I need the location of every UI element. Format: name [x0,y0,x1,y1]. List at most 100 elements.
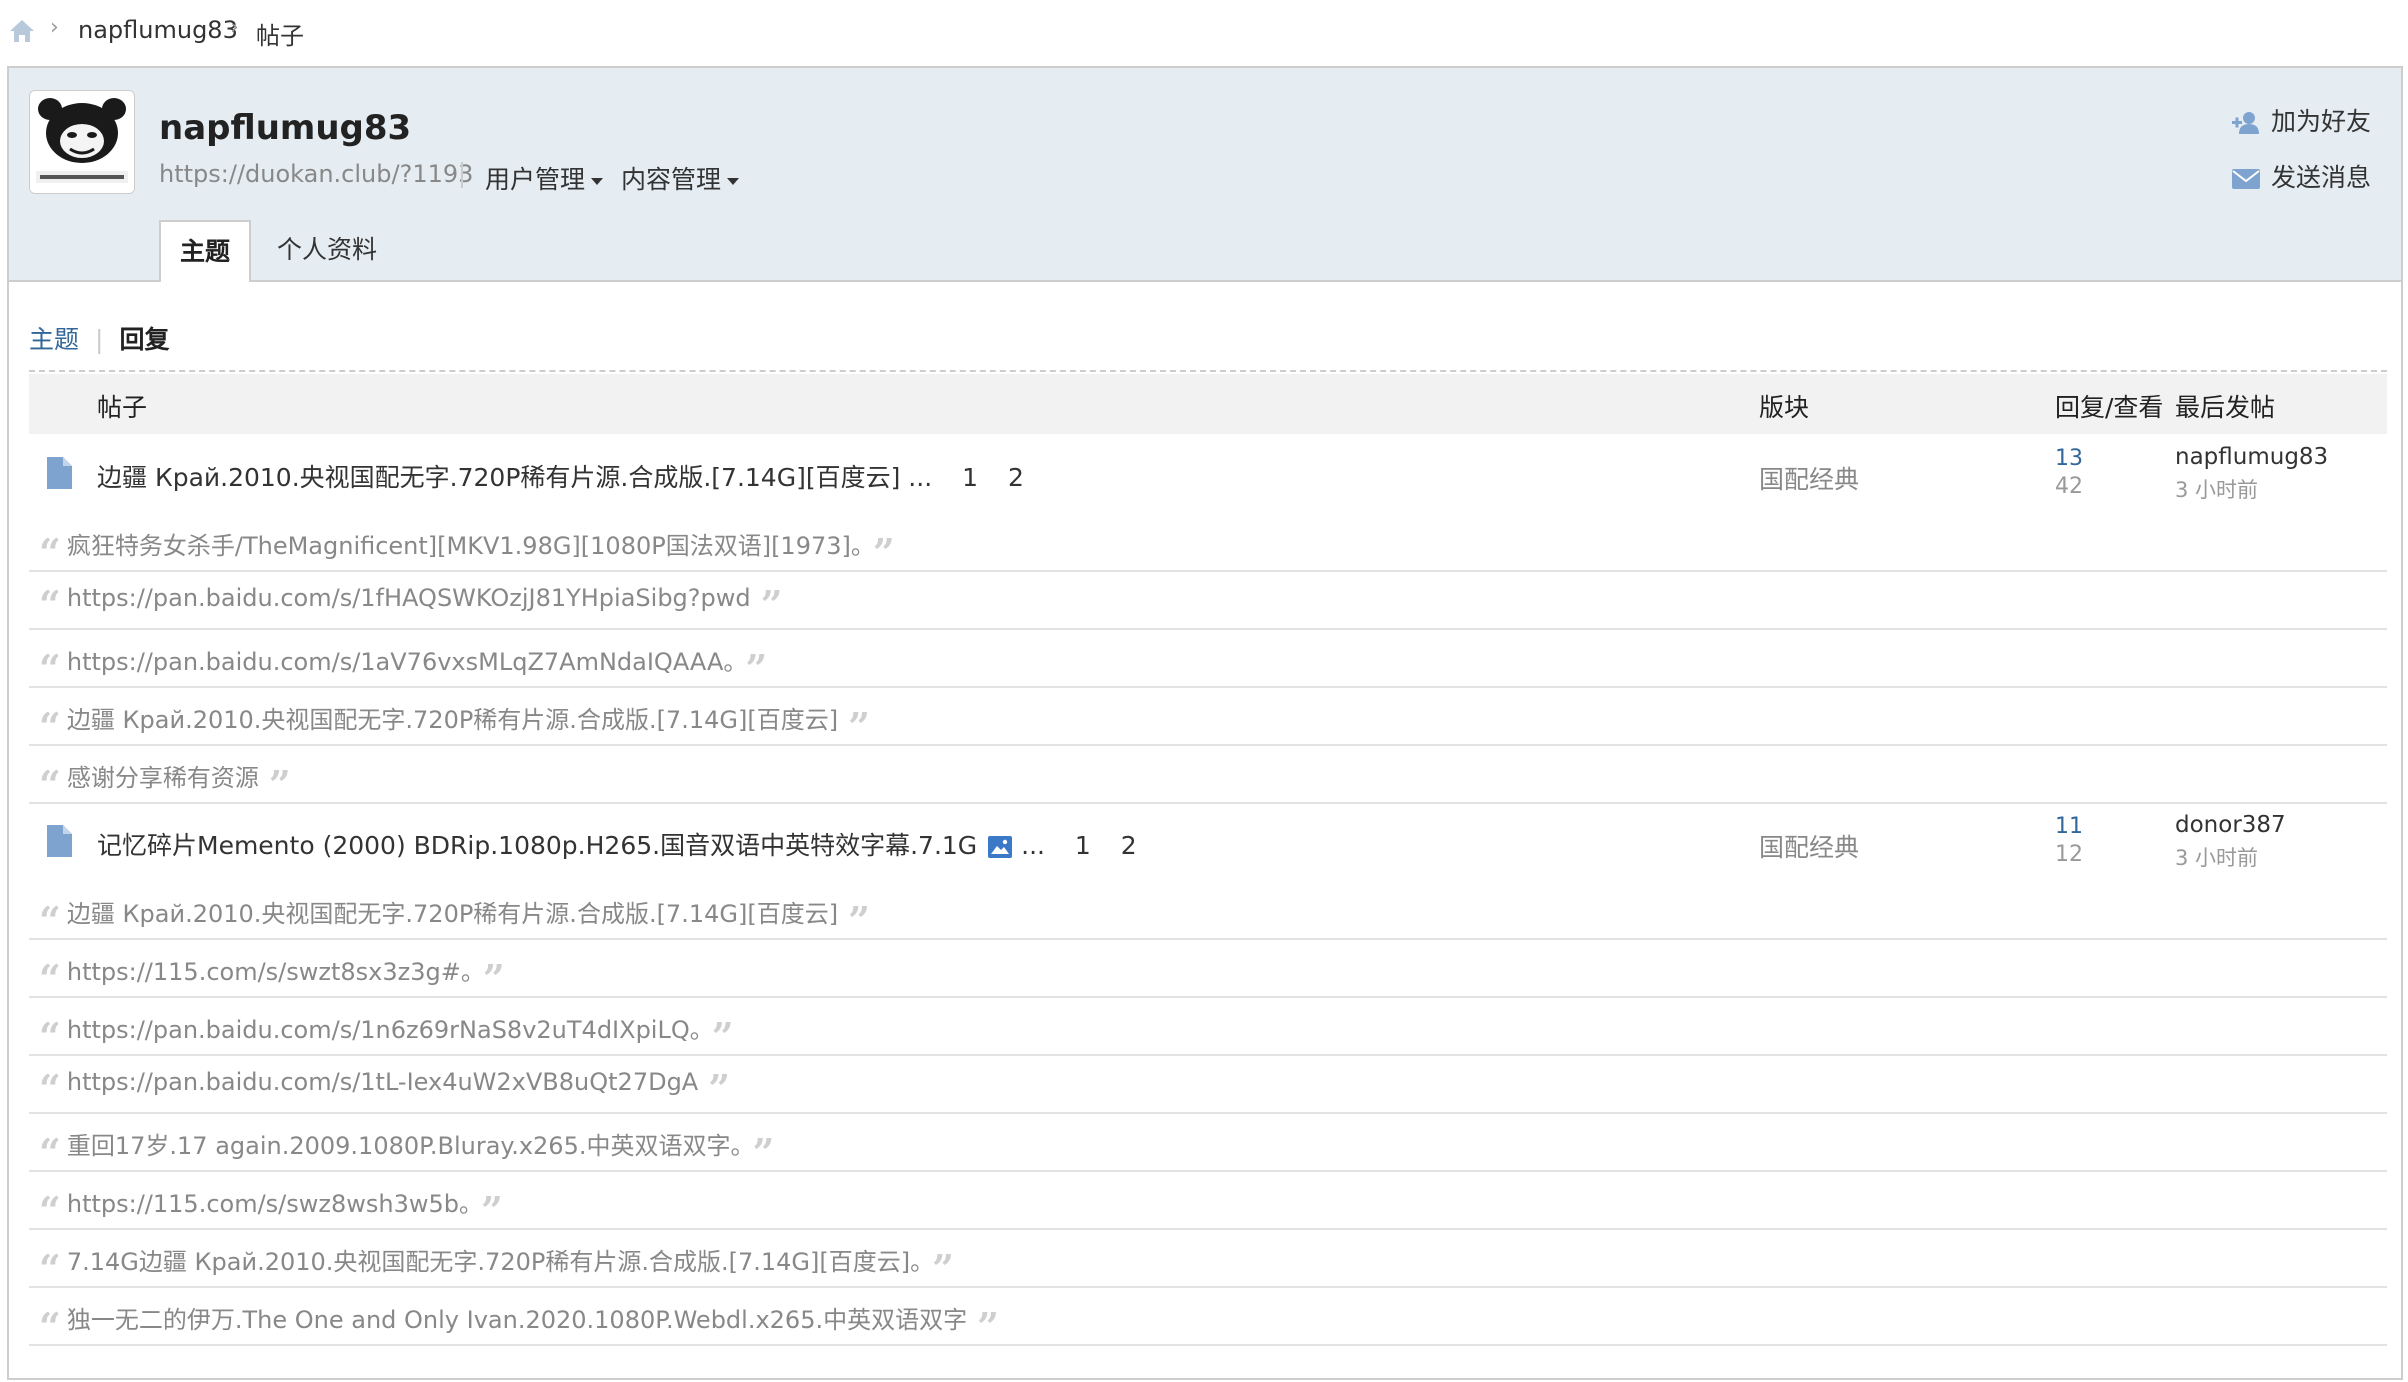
reply-quote[interactable]: “重回17岁.17 again.2009.1080P.Bluray.x265.中… [39,1126,774,1172]
user-management-menu[interactable]: 用户管理 [485,160,604,196]
thread-reply-count[interactable]: 11 [2055,814,2083,839]
reply-quote-text[interactable]: https://pan.baidu.com/s/1fHAQSWKOzjJ81YH… [67,584,751,612]
thread-forum-link[interactable]: 国配经典 [1759,460,1859,496]
reply-quote-text[interactable]: 7.14G边疆 Край.2010.央视国配无字.720P稀有片源.合成版.[7… [67,1248,922,1276]
reply-quote-row[interactable]: “https://pan.baidu.com/s/1n6z69rNaS8v2uT… [29,998,2387,1056]
last-post-time[interactable]: 3 小时前 [2175,474,2258,504]
breadcrumb-separator: › [230,15,239,40]
tab-topics[interactable]: 主题 [159,220,251,282]
home-icon[interactable] [8,18,36,44]
reply-quote[interactable]: “感谢分享稀有资源 ” [39,758,291,804]
add-friend-icon [2231,112,2259,134]
reply-quote-text[interactable]: https://115.com/s/swzt8sx3z3g#。 [67,958,473,986]
divider [29,370,2387,372]
breadcrumb-current: 帖子 [256,22,304,50]
reply-quote-text[interactable]: 重回17岁.17 again.2009.1080P.Bluray.x265.中英… [67,1132,743,1160]
reply-quote-row[interactable]: “疯狂特务女杀手/TheMagnificent][MKV1.98G][1080P… [29,514,2387,572]
reply-quote[interactable]: “https://pan.baidu.com/s/1aV76vxsMLqZ7Am… [39,642,767,688]
reply-quote[interactable]: “边疆 Край.2010.央视国配无字.720P稀有片源.合成版.[7.14G… [39,700,870,746]
reply-quote-row[interactable]: “边疆 Край.2010.央视国配无字.720P稀有片源.合成版.[7.14G… [29,882,2387,940]
reply-quote-text[interactable]: 独一无二的伊万.The One and Only Ivan.2020.1080P… [67,1306,967,1334]
reply-quote-row[interactable]: “https://pan.baidu.com/s/1tL-Iex4uW2xVB8… [29,1056,2387,1114]
open-quote-icon: “ [39,1188,61,1233]
thread-title[interactable]: 记忆碎片Memento (2000) BDRip.1080p.H265.国音双语… [97,826,1137,862]
document-icon [47,825,72,857]
reply-quote-text[interactable]: 边疆 Край.2010.央视国配无字.720P稀有片源.合成版.[7.14G]… [67,706,838,734]
open-quote-icon: “ [39,646,61,691]
avatar[interactable] [29,90,135,194]
last-post-time[interactable]: 3 小时前 [2175,842,2258,872]
last-post-user[interactable]: napflumug83 [2175,444,2328,470]
open-quote-icon: “ [39,1014,61,1059]
page-link-2[interactable]: 2 [1121,831,1137,860]
reply-quote-row[interactable]: “https://pan.baidu.com/s/1fHAQSWKOzjJ81Y… [29,572,2387,630]
thread-reply-count[interactable]: 13 [2055,446,2083,471]
thread-title-text[interactable]: 边疆 Край.2010.央视国配无字.720P稀有片源.合成版.[7.14G]… [97,463,900,492]
reply-quote[interactable]: “7.14G边疆 Край.2010.央视国配无字.720P稀有片源.合成版.[… [39,1242,954,1288]
reply-quote[interactable]: “https://pan.baidu.com/s/1fHAQSWKOzjJ81Y… [39,584,782,624]
reply-quote-text[interactable]: 边疆 Край.2010.央视国配无字.720P稀有片源.合成版.[7.14G]… [67,900,838,928]
send-message-button[interactable]: 发送消息 [2231,158,2371,194]
reply-quote[interactable]: “边疆 Край.2010.央视国配无字.720P稀有片源.合成版.[7.14G… [39,894,870,940]
open-quote-icon: “ [39,704,61,749]
reply-quote-row[interactable]: “https://pan.baidu.com/s/1aV76vxsMLqZ7Am… [29,630,2387,688]
close-quote-icon: ” [848,704,870,749]
reply-quote-text[interactable]: https://pan.baidu.com/s/1tL-Iex4uW2xVB8u… [67,1068,698,1096]
content-management-menu[interactable]: 内容管理 [621,160,740,196]
reply-quote[interactable]: “疯狂特务女杀手/TheMagnificent][MKV1.98G][1080P… [39,526,895,572]
reply-quote-row[interactable]: “https://115.com/s/swz8wsh3w5b。 ” [29,1172,2387,1230]
close-quote-icon: ” [482,956,505,1001]
page-link-2[interactable]: 2 [1008,463,1024,492]
profile-username: napflumug83 [159,108,412,148]
thread-title[interactable]: 边疆 Край.2010.央视国配无字.720P稀有片源.合成版.[7.14G]… [97,458,1024,494]
breadcrumb-user-link[interactable]: napflumug83 [78,16,238,44]
open-quote-icon: “ [39,762,61,807]
image-attachment-icon [988,836,1013,858]
document-icon [47,457,72,489]
breadcrumb: › napflumug83 › 帖子 [0,0,2408,66]
thread-forum-link[interactable]: 国配经典 [1759,828,1859,864]
reply-quote[interactable]: “https://pan.baidu.com/s/1tL-Iex4uW2xVB8… [39,1068,730,1108]
thread-view-count: 12 [2055,842,2083,867]
close-quote-icon: ” [977,1304,999,1349]
reply-quote-text[interactable]: https://pan.baidu.com/s/1n6z69rNaS8v2uT4… [67,1016,702,1044]
reply-quote[interactable]: “https://115.com/s/swz8wsh3w5b。 ” [39,1184,503,1230]
send-message-label: 发送消息 [2270,163,2371,192]
content-management-label: 内容管理 [621,165,722,194]
reply-quote-text[interactable]: 疯狂特务女杀手/TheMagnificent][MKV1.98G][1080P国… [67,532,863,560]
subnav-replies-current[interactable]: 回复 [119,325,169,354]
subnav-topics-link[interactable]: 主题 [29,325,79,354]
page-link-1[interactable]: 1 [962,463,978,492]
reply-quote[interactable]: “https://pan.baidu.com/s/1n6z69rNaS8v2uT… [39,1010,734,1056]
reply-quote-row[interactable]: “感谢分享稀有资源 ” [29,746,2387,804]
page-link-1[interactable]: 1 [1075,831,1091,860]
reply-quote-text[interactable]: 感谢分享稀有资源 [67,764,259,792]
open-quote-icon: “ [39,582,61,627]
reply-quote[interactable]: “独一无二的伊万.The One and Only Ivan.2020.1080… [39,1300,999,1346]
tab-profile[interactable]: 个人资料 [277,220,377,282]
reply-quote-text[interactable]: https://115.com/s/swz8wsh3w5b。 [67,1190,471,1218]
close-quote-icon: ” [481,1188,503,1233]
reply-quote-row[interactable]: “7.14G边疆 Край.2010.央视国配无字.720P稀有片源.合成版.[… [29,1230,2387,1288]
envelope-icon [2231,169,2260,189]
close-quote-icon: ” [760,582,783,627]
add-friend-button[interactable]: 加为好友 [2231,102,2371,138]
profile-header: napflumug83 https://duokan.club/?1193 用户… [9,68,2401,282]
profile-frame: napflumug83 https://duokan.club/?1193 用户… [7,66,2403,1380]
reply-quote-text[interactable]: https://pan.baidu.com/s/1aV76vxsMLqZ7AmN… [67,648,736,676]
reply-quote-row[interactable]: “独一无二的伊万.The One and Only Ivan.2020.1080… [29,1288,2387,1346]
open-quote-icon: “ [39,1246,61,1291]
subnav: 主题 | 回复 [29,320,169,356]
reply-quote-row[interactable]: “边疆 Край.2010.央视国配无字.720P稀有片源.合成版.[7.14G… [29,688,2387,746]
reply-quote-row[interactable]: “https://115.com/s/swzt8sx3z3g#。 ” [29,940,2387,998]
header-post: 帖子 [97,393,148,422]
header-forum: 版块 [1759,393,1810,422]
reply-quote-row[interactable]: “重回17岁.17 again.2009.1080P.Bluray.x265.中… [29,1114,2387,1172]
profile-url[interactable]: https://duokan.club/?1193 [159,160,473,188]
reply-quote[interactable]: “https://115.com/s/swzt8sx3z3g#。 ” [39,952,505,998]
thread-row: 记忆碎片Memento (2000) BDRip.1080p.H265.国音双语… [29,802,2387,882]
last-post-user[interactable]: donor387 [2175,812,2286,838]
breadcrumb-separator: › [50,15,59,40]
thread-title-text[interactable]: 记忆碎片Memento (2000) BDRip.1080p.H265.国音双语… [97,831,977,860]
thread-title-ellipsis: ... [1021,831,1045,860]
